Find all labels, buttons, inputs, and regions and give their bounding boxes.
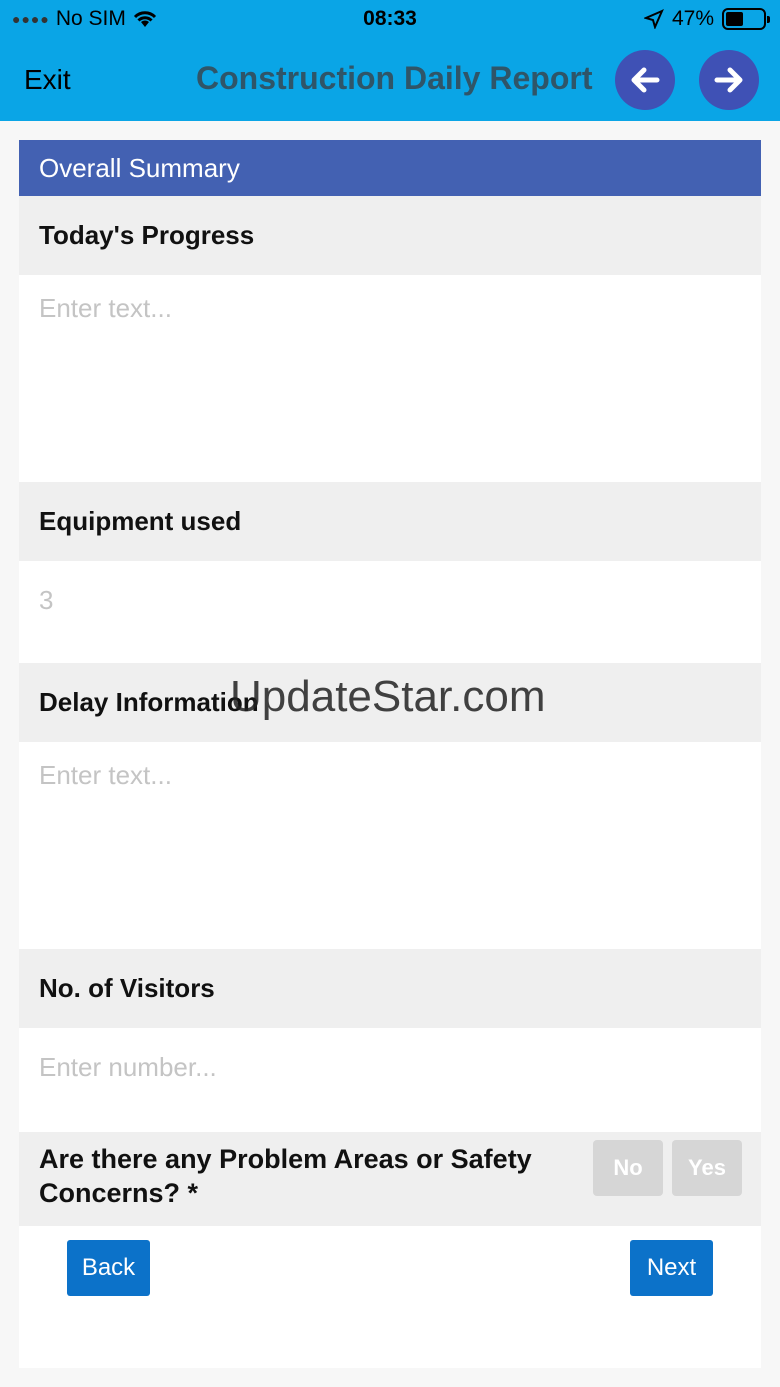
next-button[interactable]: Next [630, 1240, 713, 1296]
todays-progress-textarea[interactable]: Enter text... [19, 275, 761, 482]
location-arrow-icon [643, 9, 664, 29]
exit-button[interactable]: Exit [24, 64, 71, 96]
top-bar: ●●●● No SIM 08:33 47% Exit Construction … [0, 0, 780, 121]
arrow-right-icon [714, 67, 743, 93]
field-label-equipment-used: Equipment used [19, 482, 761, 561]
page-title: Construction Daily Report [196, 60, 593, 96]
delay-information-placeholder: Enter text... [39, 760, 172, 790]
battery-icon [722, 8, 770, 30]
form-card: Overall Summary Today's Progress Enter t… [19, 140, 761, 1368]
battery-percent: 47% [671, 7, 714, 30]
back-button[interactable]: Back [67, 1240, 150, 1296]
field-label-visitors: No. of Visitors [19, 949, 761, 1028]
safety-question-row: Are there any Problem Areas or Safety Co… [19, 1132, 761, 1226]
option-no-button[interactable]: No [593, 1140, 663, 1196]
todays-progress-placeholder: Enter text... [39, 293, 172, 323]
next-page-button[interactable] [699, 50, 759, 110]
option-yes-button[interactable]: Yes [672, 1140, 742, 1196]
delay-information-textarea[interactable]: Enter text... [19, 742, 761, 949]
visitors-placeholder: Enter number... [39, 1052, 217, 1082]
status-bar: ●●●● No SIM 08:33 47% [0, 0, 780, 40]
arrow-left-icon [631, 67, 660, 93]
section-header: Overall Summary [19, 140, 761, 196]
equipment-used-input[interactable]: 3 [19, 561, 761, 663]
field-label-todays-progress: Today's Progress [19, 196, 761, 275]
watermark: UpdateStar.com [230, 672, 546, 721]
previous-button[interactable] [615, 50, 675, 110]
equipment-used-value: 3 [39, 585, 54, 615]
visitors-input[interactable]: Enter number... [19, 1028, 761, 1132]
status-right: 47% [643, 7, 770, 31]
safety-question-text: Are there any Problem Areas or Safety Co… [39, 1144, 532, 1208]
